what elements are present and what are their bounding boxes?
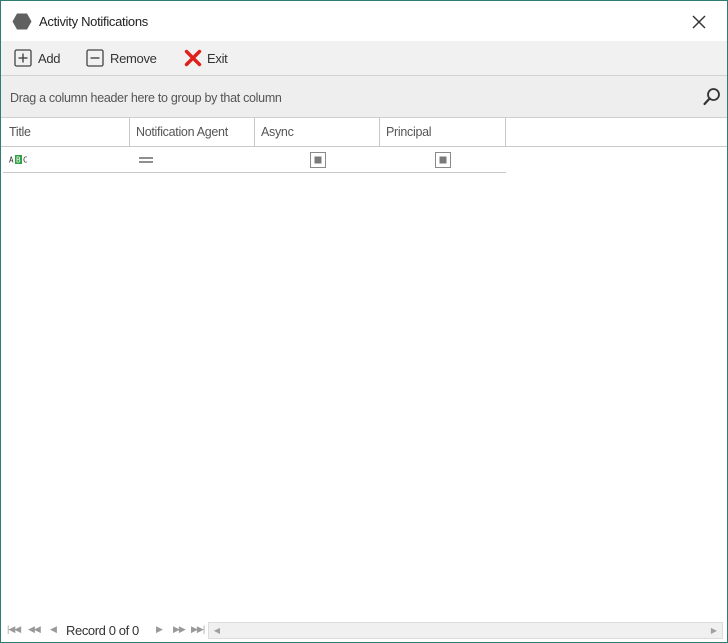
svg-text:A: A	[9, 156, 14, 165]
last-record-icon[interactable]: ▶▶|	[191, 624, 205, 635]
horizontal-scrollbar[interactable]: ◀ ▶	[208, 622, 723, 639]
record-navigator: |◀◀ ◀◀ ◀ Record 0 of 0 ▶ ▶▶ ▶▶| ◀ ▶	[1, 620, 727, 642]
exit-button[interactable]: Exit	[184, 48, 228, 68]
group-panel-hint: Drag a column header here to group by th…	[10, 91, 282, 105]
svg-text:C: C	[23, 156, 28, 165]
add-button[interactable]: Add	[14, 48, 61, 68]
grid-header-row: Title Notification Agent Async Principal	[1, 118, 727, 147]
svg-text:B: B	[16, 156, 21, 165]
next-page-icon[interactable]: ▶▶	[173, 624, 186, 635]
hexagon-app-icon	[12, 13, 32, 30]
activity-notifications-window: Activity Notifications Add Remove Exit D…	[0, 0, 728, 643]
group-by-panel[interactable]: Drag a column header here to group by th…	[1, 76, 727, 118]
column-header-title[interactable]: Title	[3, 118, 130, 146]
record-counter: Record 0 of 0	[66, 623, 139, 638]
agent-filter-cell[interactable]	[130, 147, 255, 172]
equals-filter-icon	[139, 157, 153, 163]
checkbox-filter-icon[interactable]	[435, 152, 451, 168]
async-filter-cell[interactable]	[255, 147, 380, 172]
remove-button[interactable]: Remove	[86, 48, 157, 68]
abc-text-filter-icon: A B C	[9, 155, 28, 165]
principal-filter-cell[interactable]	[380, 147, 506, 172]
add-label: Add	[38, 50, 61, 66]
close-icon[interactable]	[687, 10, 711, 34]
red-x-icon	[184, 49, 202, 67]
column-header-principal[interactable]: Principal	[380, 118, 506, 146]
exit-label: Exit	[207, 50, 228, 66]
remove-label: Remove	[110, 50, 157, 66]
column-header-async[interactable]: Async	[255, 118, 380, 146]
next-record-icon[interactable]: ▶	[156, 624, 163, 635]
first-record-icon[interactable]: |◀◀	[7, 624, 21, 635]
column-header-notification-agent[interactable]: Notification Agent	[130, 118, 255, 146]
checkbox-filter-icon[interactable]	[310, 152, 326, 168]
title-bar: Activity Notifications	[1, 1, 727, 41]
scroll-left-icon[interactable]: ◀	[209, 623, 225, 638]
search-icon[interactable]	[702, 87, 722, 107]
title-filter-cell[interactable]: A B C	[3, 147, 130, 172]
toolbar: Add Remove Exit	[1, 41, 727, 76]
filter-row: A B C	[3, 147, 506, 173]
minus-box-icon	[86, 49, 104, 67]
plus-box-icon	[14, 49, 32, 67]
previous-record-icon[interactable]: ◀	[50, 624, 57, 635]
window-title: Activity Notifications	[39, 14, 148, 29]
scroll-right-icon[interactable]: ▶	[706, 623, 722, 638]
previous-page-icon[interactable]: ◀◀	[28, 624, 41, 635]
